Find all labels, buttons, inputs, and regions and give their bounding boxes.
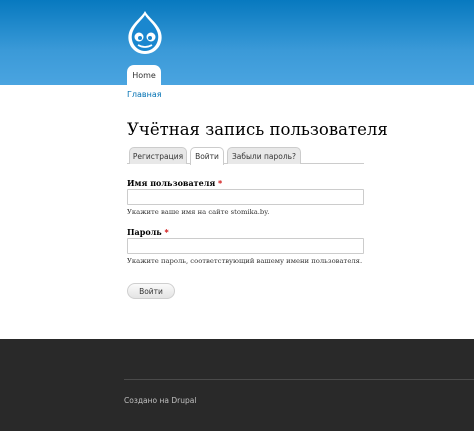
nav-tab-home[interactable]: Home	[127, 65, 161, 85]
username-label-text: Имя пользователя	[127, 178, 216, 188]
tab-login[interactable]: Войти	[190, 147, 224, 165]
page-title: Учётная запись пользователя	[127, 120, 388, 139]
tab-forgot-password[interactable]: Забыли пароль?	[227, 147, 301, 164]
password-required-mark: *	[164, 227, 169, 237]
username-description: Укажите ваше имя на сайте stomika.by.	[127, 208, 270, 216]
password-label-text: Пароль	[127, 227, 162, 237]
drupal-drop-icon[interactable]	[126, 10, 164, 56]
username-label: Имя пользователя *	[127, 178, 222, 188]
footer-divider	[124, 379, 474, 380]
password-description: Укажите пароль, соответствующий вашему и…	[127, 257, 363, 265]
password-label: Пароль *	[127, 227, 169, 237]
site-header: Home	[0, 0, 474, 85]
password-input[interactable]	[127, 238, 364, 254]
username-input[interactable]	[127, 189, 364, 205]
login-submit-button[interactable]: Войти	[127, 283, 175, 299]
site-footer: Создано на Drupal	[0, 339, 474, 431]
account-tabs: Регистрация Войти Забыли пароль?	[127, 147, 364, 165]
footer-credit-link[interactable]: Создано на Drupal	[124, 396, 196, 405]
username-required-mark: *	[218, 178, 223, 188]
breadcrumb-home-link[interactable]: Главная	[127, 90, 162, 99]
tab-register[interactable]: Регистрация	[129, 147, 187, 164]
